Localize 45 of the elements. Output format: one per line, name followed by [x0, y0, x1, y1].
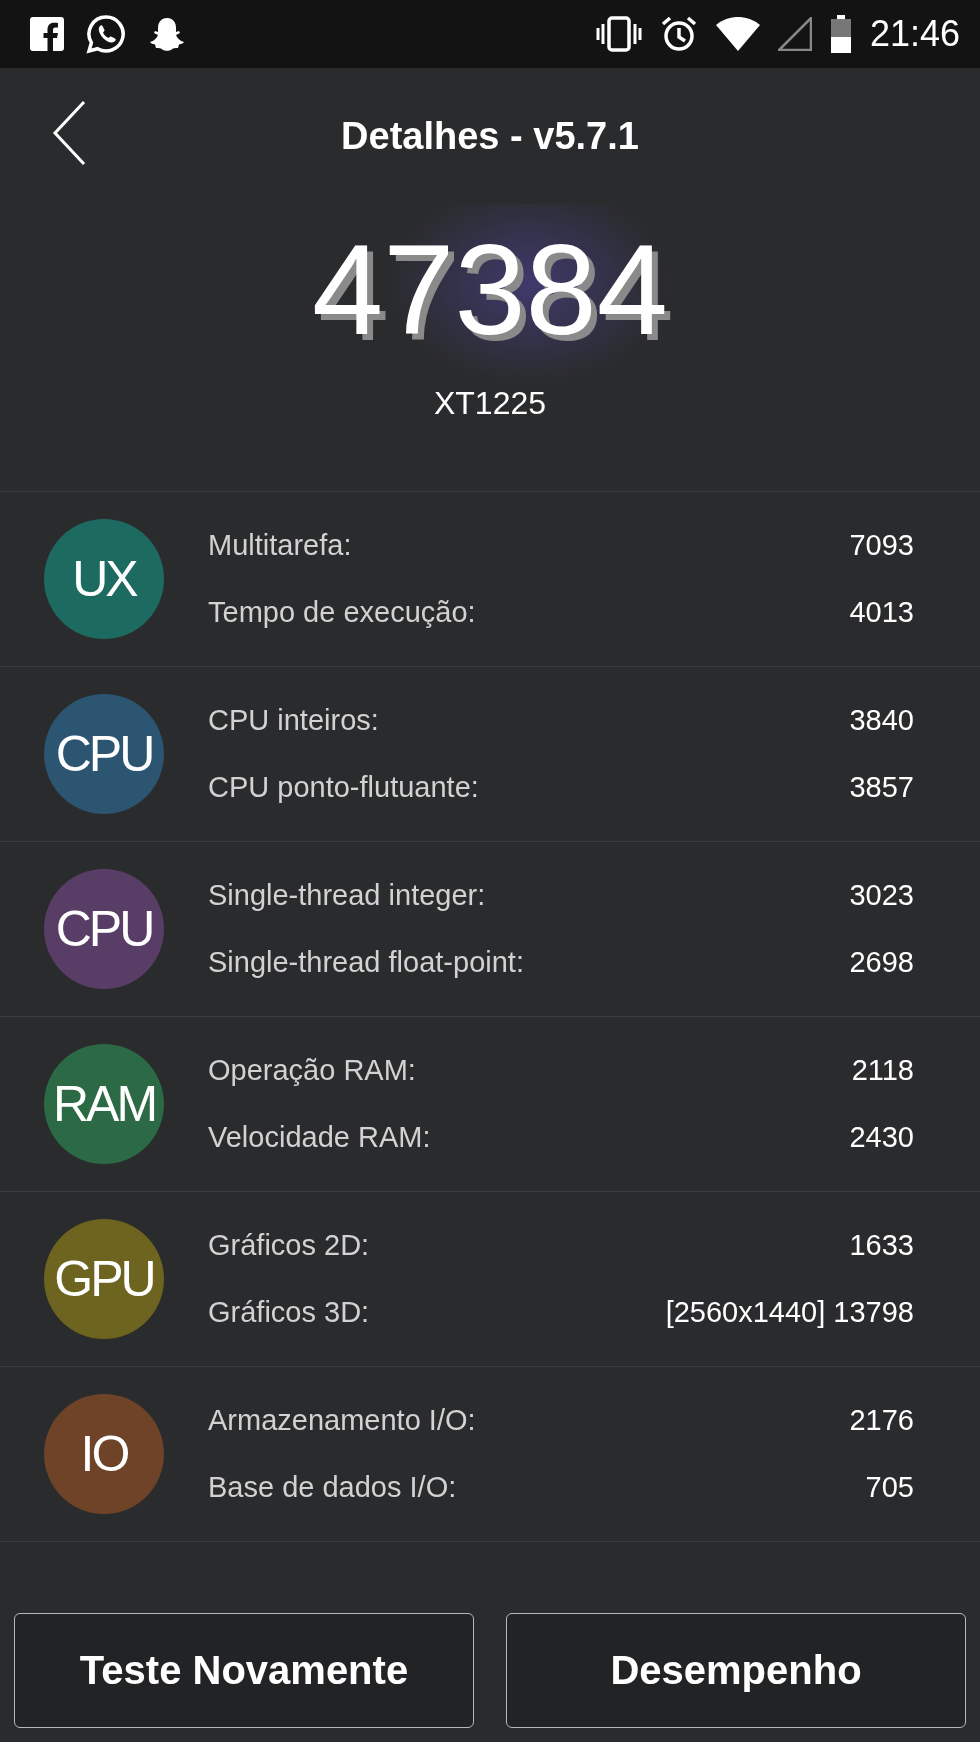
score-label: Armazenamento I/O:	[208, 1404, 476, 1437]
score-label: Velocidade RAM:	[208, 1121, 431, 1154]
score-value: 2430	[849, 1121, 914, 1154]
ghost-icon	[148, 16, 186, 52]
square-f-icon	[30, 17, 64, 51]
category-badge: CPU	[44, 694, 164, 814]
vibrate-icon	[595, 16, 642, 52]
device-name: XT1225	[433, 385, 547, 422]
score-value: 2698	[849, 946, 914, 979]
phone-bubble-icon	[86, 14, 126, 54]
score-label: Gráficos 3D:	[208, 1296, 370, 1329]
category-badge: RAM	[44, 1044, 164, 1164]
back-icon[interactable]	[52, 100, 86, 166]
score-label: Base de dados I/O:	[208, 1471, 457, 1504]
score-value: 7093	[849, 529, 914, 562]
score-value: 3023	[849, 879, 914, 912]
score-value: 3840	[849, 704, 914, 737]
battery-icon	[829, 15, 852, 53]
score-value: [2560x1440] 13798	[665, 1296, 914, 1329]
score-label: Gráficos 2D:	[208, 1229, 370, 1262]
total-score: 47384	[312, 217, 668, 363]
score-value: 2176	[849, 1404, 914, 1437]
score-label: CPU ponto-flutuante:	[208, 771, 479, 804]
alarm-clock-icon	[659, 15, 698, 53]
score-label: Single-thread float-point:	[208, 946, 524, 979]
category-badge: IO	[44, 1394, 164, 1514]
score-label: Operação RAM:	[208, 1054, 416, 1087]
wifi-icon	[715, 17, 760, 51]
action-button[interactable]: Desempenho	[506, 1613, 966, 1728]
score-value: 1633	[849, 1229, 914, 1262]
score-value: 3857	[849, 771, 914, 804]
score-label: Single-thread integer:	[208, 879, 486, 912]
page-title: Detalhes - v5.7.1	[341, 114, 639, 158]
score-value: 2118	[851, 1054, 914, 1087]
score-label: Multitarefa:	[208, 529, 352, 562]
score-value: 705	[865, 1471, 914, 1504]
action-button[interactable]: Teste Novamente	[14, 1613, 474, 1728]
clock-time: 21:46	[869, 13, 960, 55]
score-label: CPU inteiros:	[208, 704, 379, 737]
category-badge: UX	[44, 519, 164, 639]
score-label: Tempo de execução:	[208, 596, 476, 629]
category-badge: GPU	[44, 1219, 164, 1339]
signal-icon	[777, 17, 812, 51]
score-value: 4013	[849, 596, 914, 629]
category-badge: CPU	[44, 869, 164, 989]
